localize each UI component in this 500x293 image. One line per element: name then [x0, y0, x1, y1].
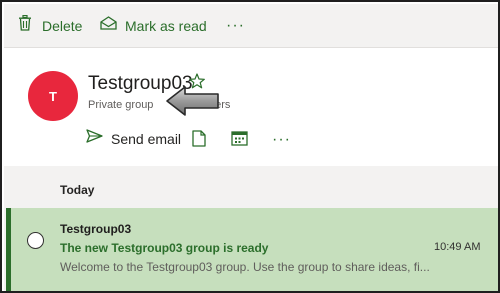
file-icon[interactable]	[192, 130, 206, 152]
message-list: Today Testgroup03 The new Testgroup03 gr…	[4, 166, 498, 291]
privacy-label: Private group	[88, 99, 154, 111]
message-preview: Welcome to the Testgroup03 group. Use th…	[60, 260, 430, 274]
group-header: T Testgroup03 Private group bers Send em…	[4, 49, 498, 166]
arrow-pointer-icon	[165, 84, 221, 123]
send-icon	[86, 129, 103, 148]
delete-button[interactable]: Delete	[18, 4, 82, 48]
message-subject: The new Testgroup03 group is ready	[60, 241, 269, 255]
message-row[interactable]: Testgroup03 The new Testgroup03 group is…	[6, 208, 498, 291]
delete-label: Delete	[42, 17, 83, 34]
send-email-label: Send email	[111, 130, 182, 147]
avatar: T	[28, 71, 78, 121]
header-more-button[interactable]: ···	[272, 131, 291, 149]
mark-as-read-label: Mark as read	[125, 17, 207, 34]
toolbar: Delete Mark as read ···	[4, 4, 498, 48]
date-group-header: Today	[60, 183, 95, 197]
calendar-icon[interactable]	[231, 130, 248, 151]
window-frame: Delete Mark as read ··· T Testgroup03 Pr…	[0, 0, 500, 293]
message-time: 10:49 AM	[434, 241, 481, 253]
select-radio[interactable]	[27, 232, 44, 249]
send-email-button[interactable]: Send email	[86, 129, 181, 148]
trash-icon	[18, 14, 32, 36]
toolbar-more-button[interactable]: ···	[226, 4, 245, 48]
message-sender: Testgroup03	[60, 222, 132, 236]
envelope-open-icon	[100, 16, 117, 35]
mark-as-read-button[interactable]: Mark as read	[100, 4, 207, 48]
